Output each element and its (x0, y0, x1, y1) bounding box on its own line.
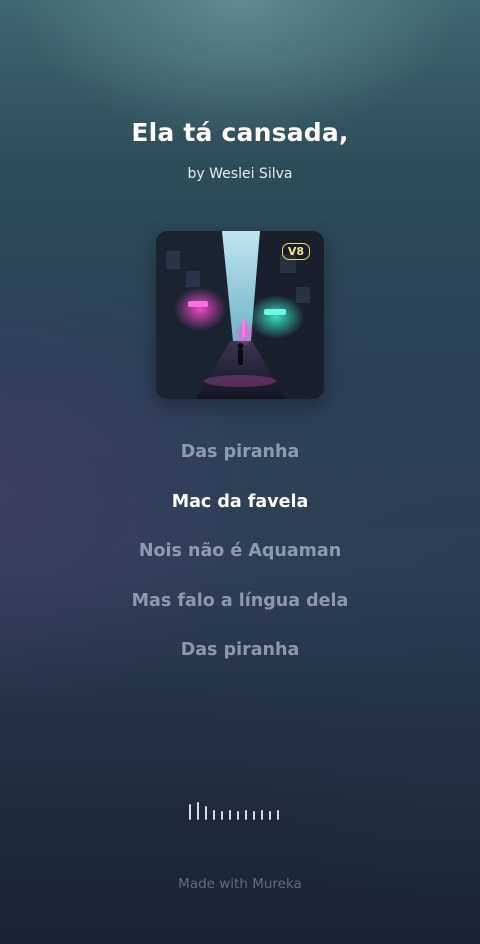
waveform-bar (261, 810, 263, 820)
waveform-bar (277, 810, 279, 820)
waveform-bar (245, 810, 247, 820)
artist-name: by Weslei Silva (187, 166, 293, 182)
audio-waveform-icon (189, 796, 293, 820)
lyric-line: Mas falo a língua dela (131, 590, 349, 611)
waveform-bar (189, 804, 191, 820)
lyrics-list: Das piranha Mac da favela Nois não é Aqu… (0, 438, 480, 686)
made-with-footer: Made with Mureka (178, 876, 302, 892)
waveform-bar (229, 810, 231, 820)
waveform-bar (237, 811, 239, 820)
album-cover: V8 (156, 231, 324, 399)
waveform-bar (221, 811, 223, 820)
lyric-line: Das piranha (180, 442, 300, 462)
lyric-line-active: Mac da favela (171, 491, 309, 512)
lyric-line: Das piranha (180, 640, 300, 660)
waveform-bar (197, 802, 199, 820)
waveform-bar (213, 810, 215, 820)
song-title: Ela tá cansada, (131, 118, 349, 147)
waveform-bar (269, 811, 271, 820)
version-badge: V8 (281, 243, 310, 260)
lyric-line: Nois não é Aquaman (138, 541, 342, 561)
waveform-bar (205, 806, 207, 820)
waveform-bar (253, 811, 255, 820)
